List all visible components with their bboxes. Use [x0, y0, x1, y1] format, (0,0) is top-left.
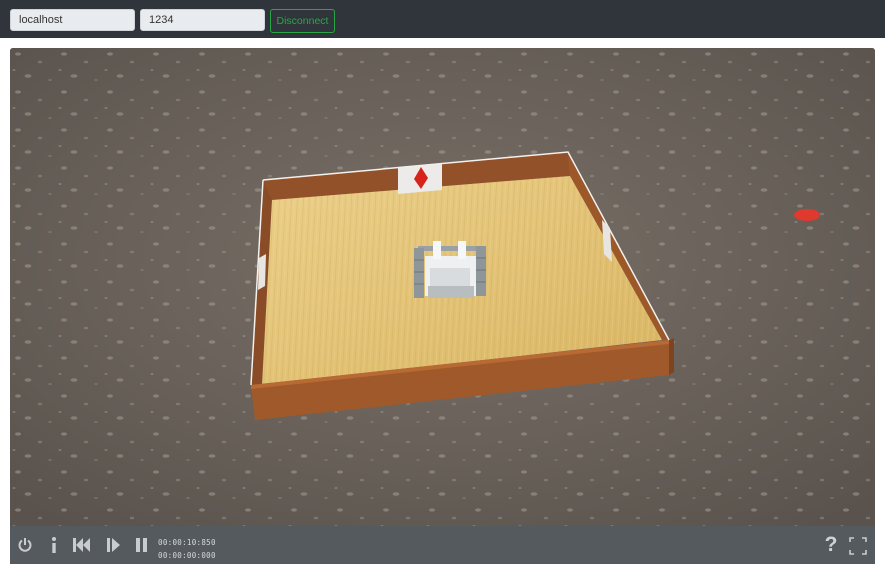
disconnect-button[interactable]: Disconnect: [270, 9, 335, 33]
simulation-viewport[interactable]: [10, 48, 875, 526]
rewind-icon[interactable]: [72, 535, 92, 555]
fullscreen-icon[interactable]: [848, 536, 868, 556]
connection-bar: Disconnect: [0, 0, 885, 38]
scene-render: [10, 48, 875, 526]
step-icon[interactable]: [104, 535, 124, 555]
help-button[interactable]: ?: [822, 533, 840, 557]
total-time: 00:00:00:000: [158, 551, 216, 560]
left-wall-sign: [258, 254, 266, 290]
info-icon[interactable]: [44, 535, 64, 555]
playback-controls: 00:00:10:850 00:00:00:000 ?: [10, 526, 875, 564]
red-marker: [794, 209, 820, 221]
power-icon[interactable]: [15, 535, 35, 555]
port-input[interactable]: [140, 9, 265, 31]
current-time: 00:00:10:850: [158, 538, 216, 547]
pause-icon[interactable]: [132, 535, 152, 555]
diamond-sign: [398, 164, 442, 194]
host-input[interactable]: [10, 9, 135, 31]
